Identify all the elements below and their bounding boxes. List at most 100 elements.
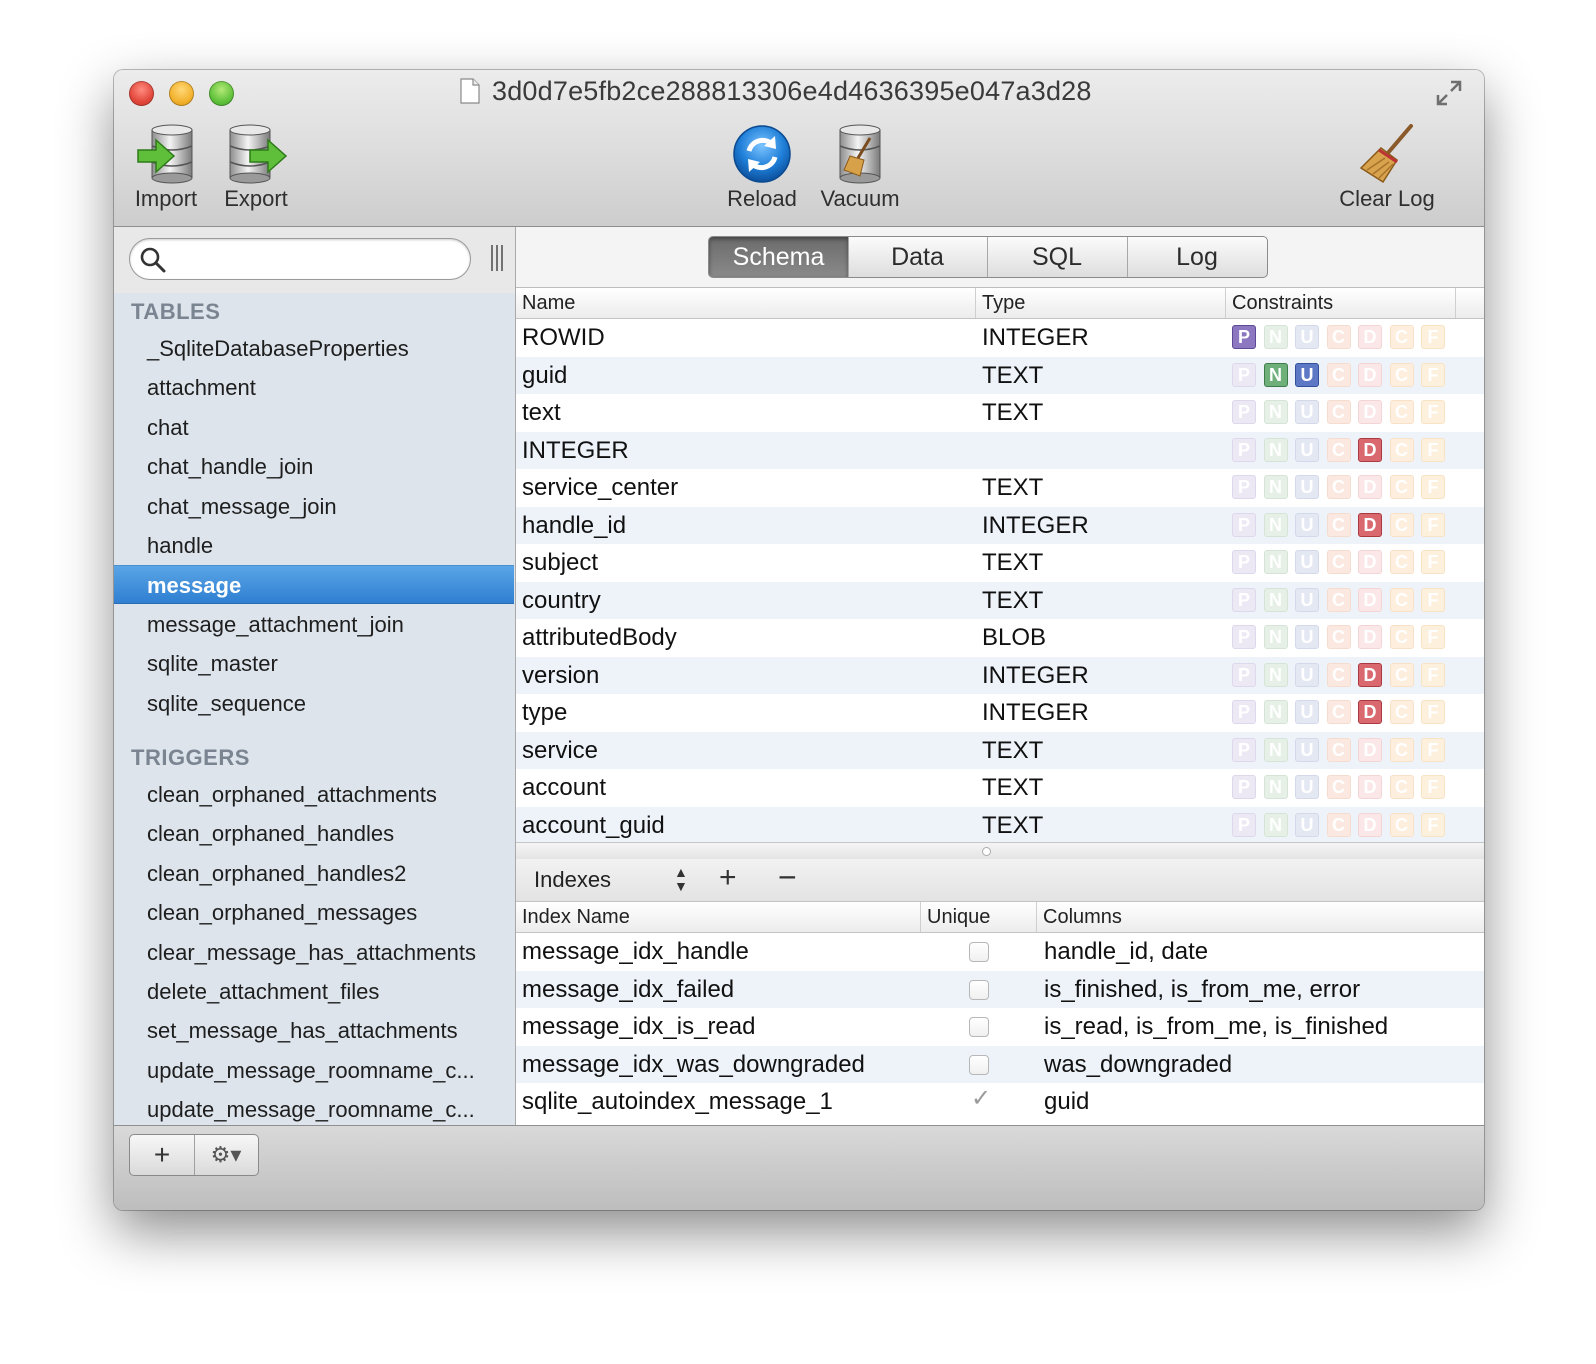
search-input[interactable] bbox=[174, 243, 458, 275]
vacuum-button[interactable]: Vacuum bbox=[814, 124, 906, 212]
constraint-u-badge[interactable]: U bbox=[1295, 400, 1319, 424]
schema-row[interactable]: type INTEGER P N U C D C F bbox=[516, 694, 1484, 732]
constraint-p-badge[interactable]: P bbox=[1232, 400, 1256, 424]
constraint-c-badge[interactable]: C bbox=[1389, 512, 1414, 537]
sidebar-item-trigger[interactable]: clean_orphaned_messages bbox=[114, 893, 514, 932]
constraint-d-badge[interactable]: D bbox=[1358, 512, 1382, 537]
sidebar-item-table[interactable]: sqlite_sequence bbox=[114, 684, 514, 723]
tab-log[interactable]: Log bbox=[1127, 237, 1267, 277]
constraint-c-badge[interactable]: C bbox=[1326, 550, 1351, 574]
constraint-c-badge[interactable]: C bbox=[1326, 475, 1351, 499]
split-view-handle-icon[interactable] bbox=[488, 243, 506, 273]
reload-button[interactable]: Reload bbox=[720, 124, 804, 212]
clear-log-button[interactable]: Clear Log bbox=[1332, 124, 1442, 212]
constraint-d-badge[interactable]: D bbox=[1358, 812, 1382, 837]
constraint-c-badge[interactable]: C bbox=[1326, 812, 1351, 837]
schema-row[interactable]: account TEXT P N U C D C F bbox=[516, 769, 1484, 807]
constraint-d-badge[interactable]: D bbox=[1358, 662, 1382, 687]
index-row[interactable]: sqlite_autoindex_message_1 ✓ guid bbox=[516, 1083, 1484, 1121]
sidebar-item-table[interactable]: _SqliteDatabaseProperties bbox=[114, 329, 514, 368]
constraint-u-badge[interactable]: U bbox=[1295, 325, 1319, 349]
zoom-window-button[interactable] bbox=[209, 81, 234, 106]
splitter-grip[interactable] bbox=[982, 847, 991, 856]
import-button[interactable]: Import bbox=[128, 124, 204, 212]
constraint-p-badge[interactable]: P bbox=[1232, 475, 1256, 499]
constraint-u-badge[interactable]: U bbox=[1295, 362, 1319, 387]
constraint-p-badge[interactable]: P bbox=[1232, 662, 1256, 687]
constraint-c-badge[interactable]: C bbox=[1326, 775, 1351, 799]
index-row[interactable]: message_idx_is_read is_read, is_from_me, … bbox=[516, 1008, 1484, 1046]
constraint-d-badge[interactable]: D bbox=[1358, 625, 1382, 649]
sidebar-item-table[interactable]: handle bbox=[114, 526, 514, 565]
constraint-d-badge[interactable]: D bbox=[1358, 437, 1382, 462]
column-header-type[interactable]: Type bbox=[976, 288, 1226, 318]
constraint-d-badge[interactable]: D bbox=[1358, 700, 1382, 724]
constraint-c-badge[interactable]: C bbox=[1389, 737, 1414, 762]
sidebar-item-table[interactable]: attachment bbox=[114, 368, 514, 407]
constraint-f-badge[interactable]: F bbox=[1421, 325, 1445, 349]
constraint-c-badge[interactable]: C bbox=[1326, 700, 1351, 724]
constraint-f-badge[interactable]: F bbox=[1421, 437, 1445, 462]
constraint-c-badge[interactable]: C bbox=[1326, 625, 1351, 649]
constraint-f-badge[interactable]: F bbox=[1421, 700, 1445, 724]
sidebar-item-table[interactable]: chat_handle_join bbox=[114, 447, 514, 486]
indexes-selector[interactable]: Indexes bbox=[534, 865, 611, 895]
constraint-c-badge[interactable]: C bbox=[1389, 437, 1414, 462]
sidebar-item-trigger[interactable]: update_message_roomname_c... bbox=[114, 1090, 514, 1129]
constraint-c-badge[interactable]: C bbox=[1326, 662, 1351, 687]
constraint-c-badge[interactable]: C bbox=[1389, 550, 1414, 574]
sidebar-item-table[interactable]: message bbox=[114, 565, 514, 605]
constraint-d-badge[interactable]: D bbox=[1358, 325, 1382, 349]
search-field[interactable] bbox=[129, 238, 471, 280]
sidebar-item-trigger[interactable]: clean_orphaned_attachments bbox=[114, 775, 514, 814]
sidebar-item-table[interactable]: sqlite_master bbox=[114, 644, 514, 683]
constraint-c-badge[interactable]: C bbox=[1389, 325, 1414, 349]
constraint-p-badge[interactable]: P bbox=[1232, 812, 1256, 837]
schema-row[interactable]: subject TEXT P N U C D C F bbox=[516, 544, 1484, 582]
constraint-c-badge[interactable]: C bbox=[1326, 437, 1351, 462]
constraint-p-badge[interactable]: P bbox=[1232, 362, 1256, 387]
tab-data[interactable]: Data bbox=[848, 237, 988, 277]
unique-checkbox[interactable] bbox=[969, 1017, 989, 1037]
constraint-c-badge[interactable]: C bbox=[1326, 400, 1351, 424]
constraint-c-badge[interactable]: C bbox=[1389, 625, 1414, 649]
schema-row[interactable]: country TEXT P N U C D C F bbox=[516, 581, 1484, 619]
constraint-f-badge[interactable]: F bbox=[1421, 400, 1445, 424]
constraint-u-badge[interactable]: U bbox=[1295, 550, 1319, 574]
schema-row[interactable]: version INTEGER P N U C D C F bbox=[516, 656, 1484, 694]
constraint-u-badge[interactable]: U bbox=[1295, 475, 1319, 499]
constraint-n-badge[interactable]: N bbox=[1263, 550, 1288, 574]
column-header-name[interactable]: Name bbox=[516, 288, 976, 318]
constraint-c-badge[interactable]: C bbox=[1326, 737, 1351, 762]
constraint-f-badge[interactable]: F bbox=[1421, 362, 1445, 387]
remove-index-button[interactable]: − bbox=[778, 859, 797, 896]
constraint-d-badge[interactable]: D bbox=[1358, 775, 1382, 799]
index-row[interactable]: message_idx_was_downgraded was_downgraded bbox=[516, 1045, 1484, 1083]
constraint-c-badge[interactable]: C bbox=[1389, 587, 1414, 612]
constraint-c-badge[interactable]: C bbox=[1326, 587, 1351, 612]
constraint-n-badge[interactable]: N bbox=[1263, 512, 1288, 537]
constraint-f-badge[interactable]: F bbox=[1421, 550, 1445, 574]
constraint-f-badge[interactable]: F bbox=[1421, 625, 1445, 649]
constraint-c-badge[interactable]: C bbox=[1389, 662, 1414, 687]
schema-row[interactable]: guid TEXT P N U C D C F bbox=[516, 356, 1484, 394]
constraint-p-badge[interactable]: P bbox=[1232, 437, 1256, 462]
sidebar-item-trigger[interactable]: clean_orphaned_handles2 bbox=[114, 854, 514, 893]
constraint-n-badge[interactable]: N bbox=[1263, 662, 1288, 687]
unique-checkbox[interactable] bbox=[969, 979, 989, 1000]
constraint-u-badge[interactable]: U bbox=[1295, 662, 1319, 687]
schema-row[interactable]: INTEGER P N U C D C F bbox=[516, 431, 1484, 469]
schema-row[interactable]: service TEXT P N U C D C F bbox=[516, 731, 1484, 769]
constraint-n-badge[interactable]: N bbox=[1263, 475, 1288, 499]
constraint-n-badge[interactable]: N bbox=[1263, 400, 1288, 424]
constraint-d-badge[interactable]: D bbox=[1358, 400, 1382, 424]
constraint-n-badge[interactable]: N bbox=[1263, 325, 1288, 349]
constraint-c-badge[interactable]: C bbox=[1389, 475, 1414, 499]
constraint-n-badge[interactable]: N bbox=[1263, 700, 1288, 724]
tab-schema[interactable]: Schema bbox=[709, 237, 849, 277]
constraint-c-badge[interactable]: C bbox=[1389, 812, 1414, 837]
constraint-p-badge[interactable]: P bbox=[1232, 625, 1256, 649]
column-header-index-name[interactable]: Index Name bbox=[516, 902, 921, 932]
constraint-d-badge[interactable]: D bbox=[1358, 475, 1382, 499]
constraint-c-badge[interactable]: C bbox=[1326, 325, 1351, 349]
